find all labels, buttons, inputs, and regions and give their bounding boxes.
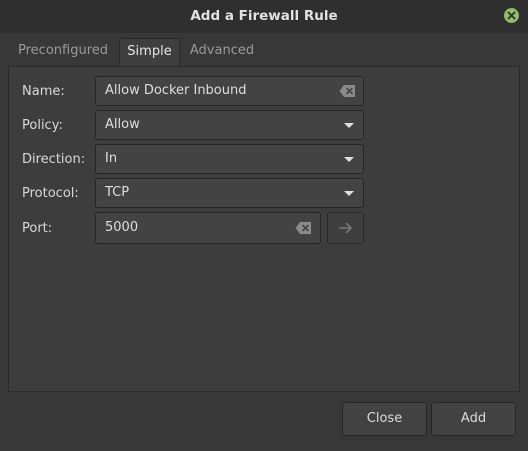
clear-text-icon[interactable]	[295, 221, 312, 235]
firewall-rule-dialog: Add a Firewall Rule Preconfigured Simple…	[0, 0, 528, 451]
direction-label: Direction:	[22, 152, 86, 167]
close-window-button[interactable]	[504, 8, 519, 23]
tab-preconfigured[interactable]: Preconfigured	[10, 38, 116, 66]
tab-simple[interactable]: Simple	[119, 38, 180, 66]
policy-select[interactable]: Allow	[95, 110, 364, 140]
simple-tab-panel: Name: Allow Docker Inbound Policy: Allow…	[8, 66, 520, 392]
direction-select[interactable]: In	[95, 144, 364, 174]
close-button[interactable]: Close	[342, 402, 427, 436]
close-icon	[507, 11, 516, 20]
port-input-value: 5000	[105, 220, 139, 235]
name-label: Name:	[22, 84, 65, 99]
clear-text-icon[interactable]	[339, 84, 356, 98]
apply-port-button[interactable]	[327, 212, 364, 244]
policy-label: Policy:	[22, 118, 63, 133]
dropdown-arrow-icon	[344, 123, 354, 128]
policy-select-value: Allow	[105, 117, 140, 132]
port-label: Port:	[22, 221, 53, 236]
add-button[interactable]: Add	[431, 402, 516, 436]
dropdown-arrow-icon	[344, 157, 354, 162]
dropdown-arrow-icon	[344, 191, 354, 196]
name-input-value: Allow Docker Inbound	[105, 83, 247, 98]
port-input[interactable]: 5000	[95, 212, 321, 244]
name-input[interactable]: Allow Docker Inbound	[95, 76, 364, 106]
tab-bar: Preconfigured Simple Advanced	[0, 33, 528, 66]
title-bar: Add a Firewall Rule	[0, 0, 528, 33]
protocol-label: Protocol:	[22, 186, 79, 201]
direction-select-value: In	[105, 151, 118, 166]
protocol-select-value: TCP	[105, 185, 130, 200]
tab-advanced[interactable]: Advanced	[184, 38, 260, 66]
window-title: Add a Firewall Rule	[190, 8, 338, 24]
arrow-right-icon	[339, 222, 352, 234]
protocol-select[interactable]: TCP	[95, 178, 364, 208]
